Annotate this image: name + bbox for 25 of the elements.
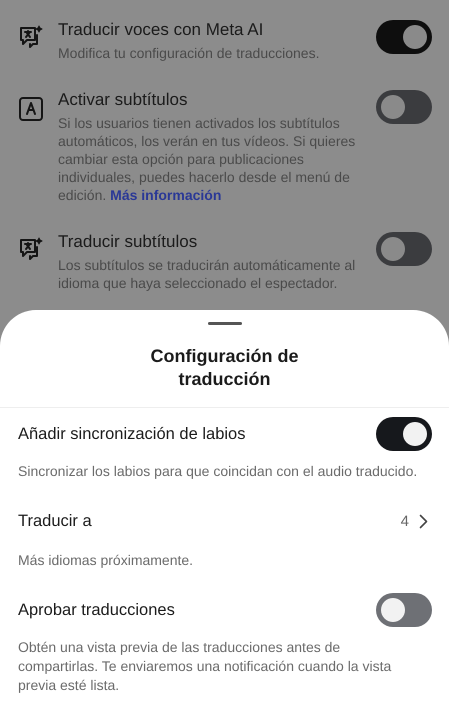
setting-description: Los subtítulos se traducirán automáticamente al idioma que haya seleccionado el espectador.: [58, 256, 356, 292]
toggle-switch[interactable]: [376, 232, 432, 266]
option-label: Añadir sincronización de labios: [18, 424, 246, 444]
toggle-switch[interactable]: [376, 593, 432, 627]
sheet-title: Configuración de traducción: [150, 345, 300, 391]
option-label: Aprobar traducciones: [18, 600, 175, 620]
translate-icon: [18, 24, 44, 50]
option-label: Traducir a: [18, 512, 92, 530]
option-description: Obtén una vista previa de las traducciones antes de compartirlas. Te enviaremos una notificación cuando la vista previa esté lista.: [17, 638, 392, 695]
letter-box-icon: [18, 96, 44, 122]
setting-title: Traducir subtítulos: [58, 232, 198, 252]
option-value: 4: [400, 512, 409, 530]
chevron-right-icon[interactable]: [419, 514, 428, 528]
setting-title: Activar subtítulos: [58, 90, 188, 110]
toggle-switch[interactable]: [376, 90, 432, 124]
setting-title: Traducir voces con Meta AI: [58, 20, 264, 40]
option-description: Más idiomas próximamente.: [17, 551, 194, 570]
setting-description: Modifica tu configuración de traducciones.: [58, 44, 320, 62]
drag-handle[interactable]: [208, 322, 242, 325]
more-info-link[interactable]: Más información: [110, 187, 222, 203]
setting-description: Si los usuarios tienen activados los subtítulos automáticos, los verán en tus vídeos. Si quieres cambiar esta opción para publicaciones individuales, puedes hacerlo desde el menú de edición. Más información: [58, 114, 356, 204]
option-description: Sincronizar los labios para que coincidan con el audio traducido.: [17, 462, 418, 481]
toggle-switch[interactable]: [376, 417, 432, 451]
toggle-switch[interactable]: [376, 20, 432, 54]
translate-icon: [18, 236, 44, 262]
